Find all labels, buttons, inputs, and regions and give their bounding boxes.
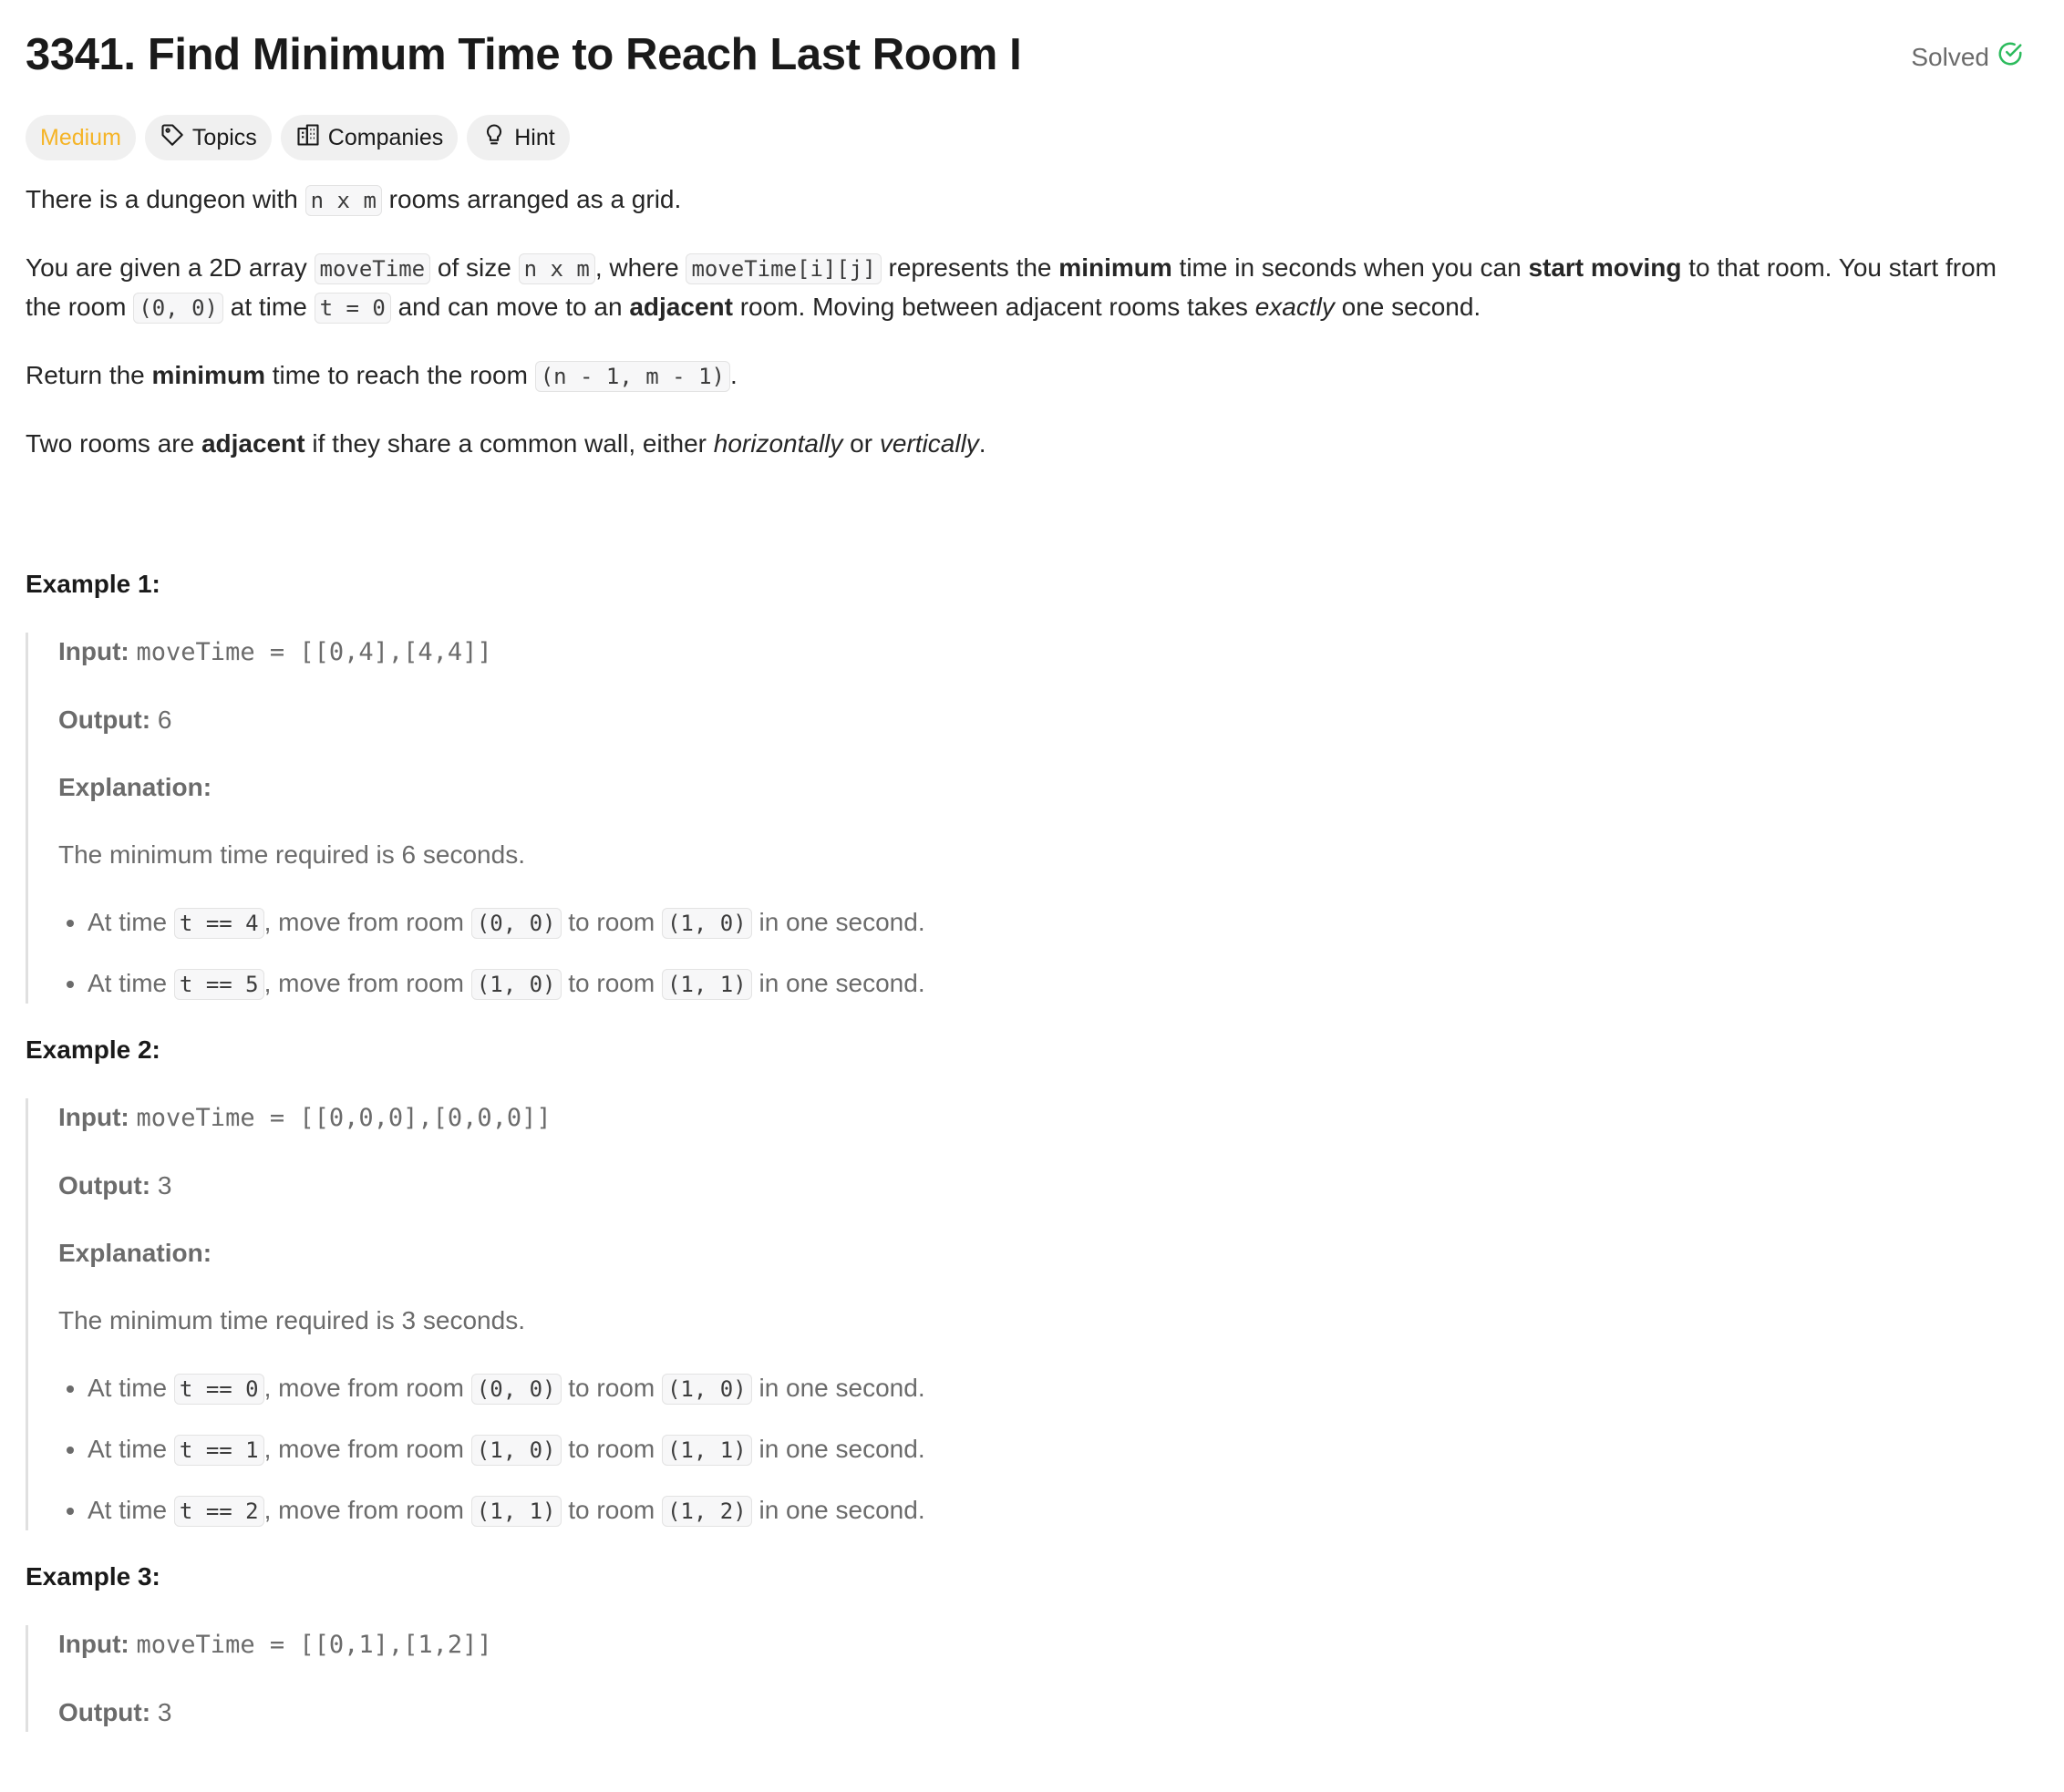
example-2-block: Input: moveTime = [[0,0,0],[0,0,0]] Outp… — [26, 1098, 2038, 1530]
example-2-title: Example 2: — [26, 1035, 160, 1064]
solved-status: Solved — [1911, 40, 2024, 74]
example-output: Output: 6 — [58, 705, 172, 734]
problem-content: There is a dungeon with n x m rooms arra… — [26, 180, 2038, 1732]
list-item: At time t == 2, move from room (1, 1) to… — [88, 1491, 2038, 1530]
topics-button[interactable]: Topics — [144, 115, 272, 160]
example-summary: The minimum time required is 6 seconds. — [58, 840, 525, 869]
lightbulb-icon — [481, 122, 507, 154]
inline-code: moveTime[i][j] — [686, 253, 882, 284]
problem-description: 3341. Find Minimum Time to Reach Last Ro… — [0, 0, 2064, 1792]
list-item: At time t == 4, move from room (0, 0) to… — [88, 903, 2038, 942]
example-explanation-label: Explanation: — [58, 1239, 212, 1267]
tag-bar: Medium Topics Companies Hint — [26, 115, 2038, 160]
inline-code: t = 0 — [314, 293, 391, 324]
inline-code: n x m — [304, 185, 382, 216]
example-1-title: Example 1: — [26, 570, 160, 598]
companies-button[interactable]: Companies — [280, 115, 459, 160]
example-explanation-label: Explanation: — [58, 773, 212, 801]
problem-title[interactable]: 3341. Find Minimum Time to Reach Last Ro… — [26, 29, 1022, 80]
example-input: Input: moveTime = [[0,1],[1,2]] — [58, 1630, 492, 1659]
list-item: At time t == 5, move from room (1, 0) to… — [88, 964, 2038, 1004]
description-paragraph-3: Return the minimum time to reach the roo… — [26, 356, 2038, 396]
example-3-block: Input: moveTime = [[0,1],[1,2]] Output: … — [26, 1625, 2038, 1732]
tag-icon — [160, 122, 185, 154]
inline-code: n x m — [518, 253, 595, 284]
building-icon — [295, 122, 321, 154]
title-row: 3341. Find Minimum Time to Reach Last Ro… — [26, 26, 2038, 95]
example-summary: The minimum time required is 3 seconds. — [58, 1306, 525, 1334]
hint-button[interactable]: Hint — [467, 115, 570, 160]
difficulty-badge: Medium — [26, 115, 136, 160]
example-steps: At time t == 0, move from room (0, 0) to… — [58, 1369, 2038, 1530]
inline-code: moveTime — [314, 253, 431, 284]
example-3-title: Example 3: — [26, 1562, 160, 1591]
inline-code: (0, 0) — [133, 293, 223, 324]
example-output: Output: 3 — [58, 1171, 172, 1200]
example-input: Input: moveTime = [[0,0,0],[0,0,0]] — [58, 1103, 552, 1132]
description-paragraph-2: You are given a 2D array moveTime of siz… — [26, 249, 2038, 327]
description-paragraph-1: There is a dungeon with n x m rooms arra… — [26, 180, 2038, 220]
inline-code: (n - 1, m - 1) — [534, 361, 730, 392]
check-circle-icon — [1997, 40, 2024, 74]
description-paragraph-4: Two rooms are adjacent if they share a c… — [26, 429, 986, 458]
example-input: Input: moveTime = [[0,4],[4,4]] — [58, 637, 492, 666]
example-1-block: Input: moveTime = [[0,4],[4,4]] Output: … — [26, 633, 2038, 1004]
example-output: Output: 3 — [58, 1698, 172, 1726]
list-item: At time t == 0, move from room (0, 0) to… — [88, 1369, 2038, 1408]
solved-label: Solved — [1911, 42, 1989, 71]
example-steps: At time t == 4, move from room (0, 0) to… — [58, 903, 2038, 1004]
list-item: At time t == 1, move from room (1, 0) to… — [88, 1430, 2038, 1469]
